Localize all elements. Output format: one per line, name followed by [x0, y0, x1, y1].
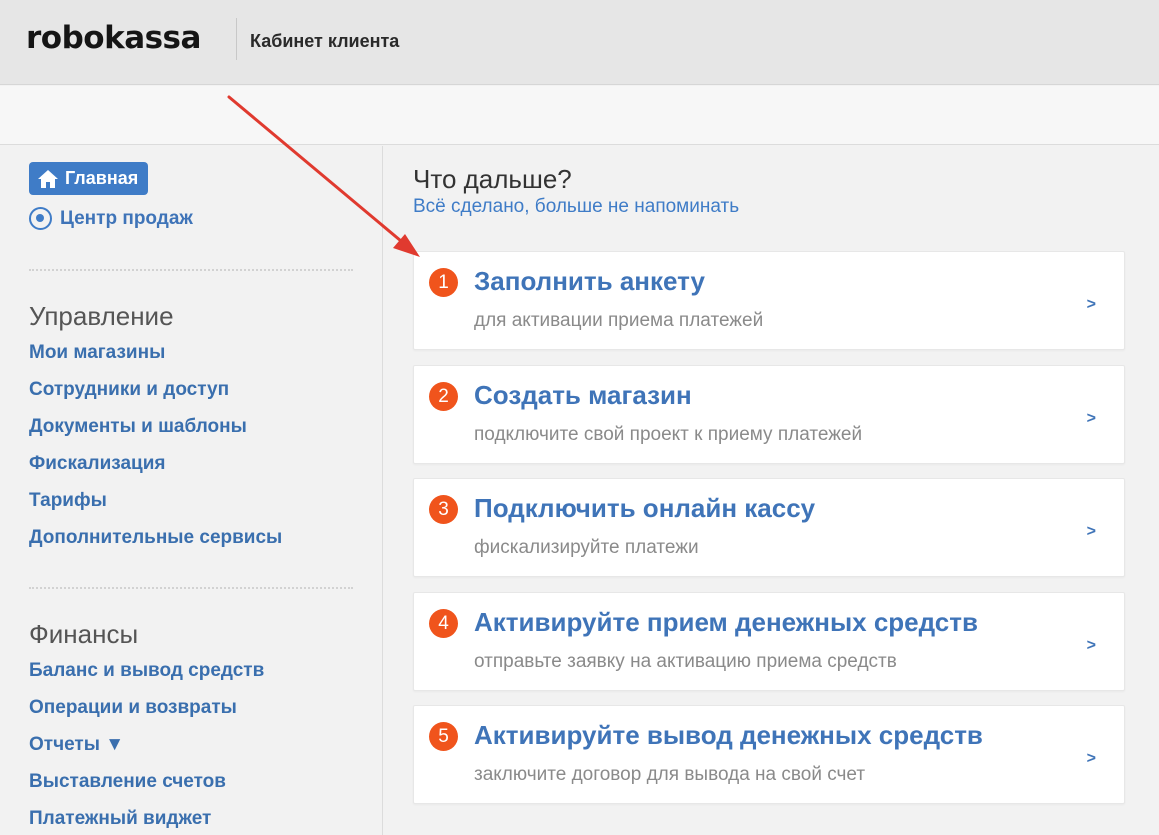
logo-divider [236, 18, 237, 60]
sidebar-item-fiscalization[interactable]: Фискализация [29, 453, 166, 475]
sidebar-item-invoices[interactable]: Выставление счетов [29, 771, 226, 793]
step-card-activate-receiving[interactable]: 4 Активируйте прием денежных средств отп… [413, 592, 1125, 691]
step-subtitle: подключите свой проект к приему платежей [474, 424, 863, 445]
step-subtitle: для активации приема платежей [474, 310, 764, 331]
step-card-create-shop[interactable]: 2 Создать магазин подключите свой проект… [413, 365, 1125, 464]
sales-center-label: Центр продаж [60, 207, 193, 229]
management-heading: Управление [29, 301, 174, 331]
dismiss-reminder-link[interactable]: Всё сделано, больше не напоминать [413, 196, 739, 218]
step-card-online-cashbox[interactable]: 3 Подключить онлайн кассу фискализируйте… [413, 478, 1125, 577]
sidebar: Главная Центр продаж Управление Мои мага… [0, 146, 383, 835]
step-title: Активируйте вывод денежных средств [474, 720, 983, 750]
robokassa-logo[interactable]: robokassa [26, 20, 201, 56]
step-number-badge: 2 [429, 382, 458, 411]
step-subtitle: отправьте заявку на активацию приема сре… [474, 651, 897, 672]
step-number-badge: 3 [429, 495, 458, 524]
chevron-right-icon: > [1086, 523, 1096, 540]
sidebar-divider [29, 269, 353, 271]
home-nav-label: Главная [65, 168, 139, 188]
sales-center-link[interactable]: Центр продаж [29, 207, 193, 230]
finance-heading: Финансы [29, 619, 139, 649]
step-title: Создать магазин [474, 380, 692, 410]
chevron-right-icon: > [1086, 750, 1096, 767]
sidebar-item-reports[interactable]: Отчеты ▼ [29, 734, 124, 756]
step-card-activate-withdrawal[interactable]: 5 Активируйте вывод денежных средств зак… [413, 705, 1125, 804]
step-number-badge: 5 [429, 722, 458, 751]
step-subtitle: фискализируйте платежи [474, 537, 699, 558]
sidebar-item-staff-access[interactable]: Сотрудники и доступ [29, 379, 229, 401]
step-title: Активируйте прием денежных средств [474, 607, 978, 637]
chevron-right-icon: > [1086, 296, 1096, 313]
page-title: Что дальше? [413, 164, 572, 194]
step-card-questionnaire[interactable]: 1 Заполнить анкету для активации приема … [413, 251, 1125, 350]
main-content: Что дальше? Всё сделано, больше не напом… [384, 146, 1159, 835]
sidebar-item-payment-widget[interactable]: Платежный виджет [29, 808, 211, 830]
sidebar-item-operations[interactable]: Операции и возвраты [29, 697, 237, 719]
sidebar-divider [29, 587, 353, 589]
sidebar-item-my-shops[interactable]: Мои магазины [29, 342, 165, 364]
sub-header-strip [0, 86, 1159, 145]
cabinet-title: Кабинет клиента [250, 31, 400, 51]
sidebar-item-extra-services[interactable]: Дополнительные сервисы [29, 527, 282, 549]
sidebar-item-tariffs[interactable]: Тарифы [29, 490, 107, 512]
step-number-badge: 4 [429, 609, 458, 638]
step-subtitle: заключите договор для вывода на свой сче… [474, 764, 866, 785]
home-icon [37, 169, 59, 189]
top-bar: robokassa Кабинет клиента [0, 0, 1159, 85]
chevron-right-icon: > [1086, 637, 1096, 654]
sidebar-item-documents[interactable]: Документы и шаблоны [29, 416, 247, 438]
step-title: Подключить онлайн кассу [474, 493, 816, 523]
home-nav-button[interactable]: Главная [29, 162, 149, 195]
sidebar-item-balance[interactable]: Баланс и вывод средств [29, 660, 264, 682]
target-icon [29, 207, 52, 230]
chevron-right-icon: > [1086, 410, 1096, 427]
step-number-badge: 1 [429, 268, 458, 297]
step-title: Заполнить анкету [474, 266, 705, 296]
